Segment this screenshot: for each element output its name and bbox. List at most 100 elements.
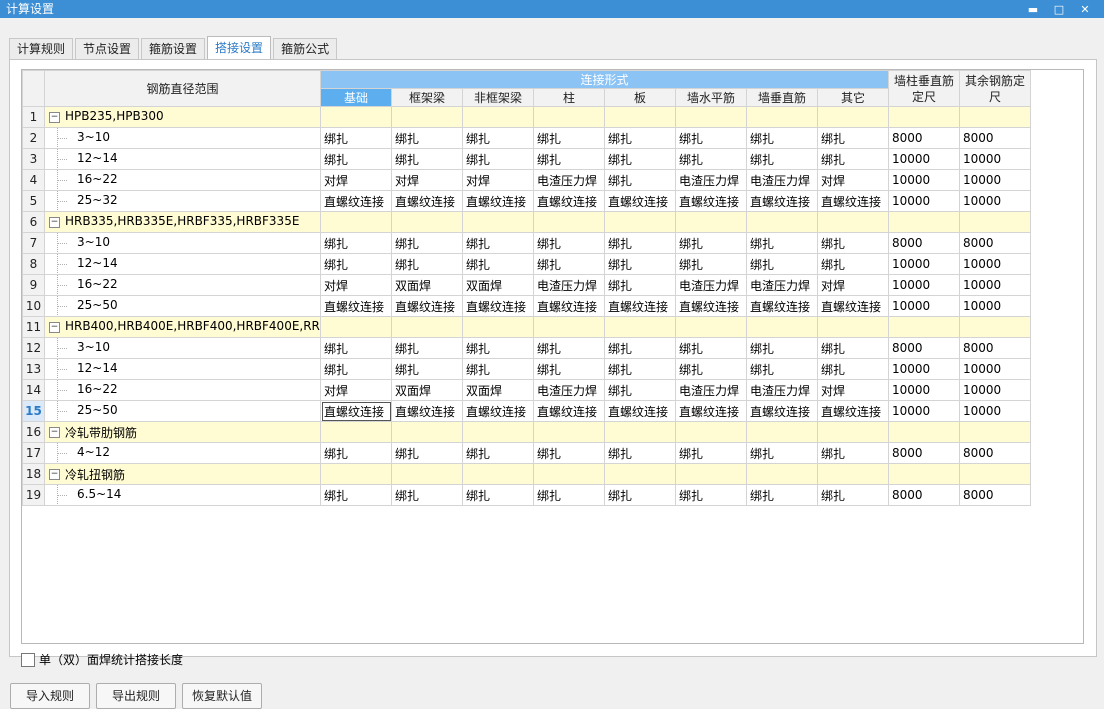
length-cell[interactable]: 8000 xyxy=(888,232,960,254)
length-cell[interactable]: 8000 xyxy=(888,127,960,149)
weld-lap-option[interactable]: 单（双）面焊统计搭接长度 xyxy=(21,651,183,668)
connection-cell[interactable]: 对焊 xyxy=(320,274,392,296)
length-cell[interactable]: 10000 xyxy=(888,253,960,275)
connection-cell[interactable]: 绑扎 xyxy=(462,337,534,359)
connection-cell[interactable]: 绑扎 xyxy=(391,337,463,359)
connection-cell[interactable]: 绑扎 xyxy=(320,127,392,149)
connection-cell[interactable] xyxy=(320,106,392,128)
connection-cell[interactable]: 绑扎 xyxy=(391,442,463,464)
connection-cell[interactable]: 绑扎 xyxy=(320,337,392,359)
connection-cell[interactable]: 绑扎 xyxy=(533,127,605,149)
connection-cell[interactable]: 绑扎 xyxy=(320,442,392,464)
connection-cell[interactable] xyxy=(391,463,463,485)
import-rules-button[interactable]: 导入规则 xyxy=(10,683,90,709)
header-wall-horizontal[interactable]: 墙水平筋 xyxy=(675,88,747,107)
connection-cell[interactable]: 电渣压力焊 xyxy=(746,169,818,191)
connection-cell[interactable]: 直螺纹连接 xyxy=(533,295,605,317)
connection-cell[interactable]: 直螺纹连接 xyxy=(391,295,463,317)
row-number[interactable]: 9 xyxy=(22,274,45,296)
length-cell[interactable]: 8000 xyxy=(959,484,1031,506)
row-number[interactable]: 11 xyxy=(22,316,45,338)
row-number[interactable]: 18 xyxy=(22,463,45,485)
connection-cell[interactable]: 绑扎 xyxy=(533,484,605,506)
maximize-icon[interactable]: □ xyxy=(1046,0,1072,18)
connection-cell[interactable] xyxy=(604,211,676,233)
connection-cell[interactable]: 电渣压力焊 xyxy=(533,169,605,191)
row-number[interactable]: 3 xyxy=(22,148,45,170)
length-cell[interactable]: 10000 xyxy=(959,358,1031,380)
group-label-cell[interactable]: − 冷轧扭钢筋 xyxy=(44,463,321,485)
connection-header[interactable]: 连接形式 xyxy=(320,70,889,89)
connection-cell[interactable]: 对焊 xyxy=(320,379,392,401)
connection-cell[interactable] xyxy=(533,106,605,128)
wall-column-length-header[interactable]: 墙柱垂直筋定尺 xyxy=(888,70,960,107)
connection-cell[interactable]: 绑扎 xyxy=(604,484,676,506)
connection-cell[interactable]: 绑扎 xyxy=(746,484,818,506)
length-cell[interactable]: 10000 xyxy=(959,148,1031,170)
range-cell[interactable]: 12~14 xyxy=(44,253,321,275)
header-frame-beam[interactable]: 框架梁 xyxy=(391,88,463,107)
connection-cell[interactable]: 对焊 xyxy=(462,169,534,191)
connection-cell[interactable] xyxy=(391,316,463,338)
connection-cell[interactable]: 绑扎 xyxy=(817,358,889,380)
row-number[interactable]: 13 xyxy=(22,358,45,380)
connection-cell[interactable] xyxy=(746,421,818,443)
connection-cell[interactable]: 电渣压力焊 xyxy=(533,274,605,296)
range-cell[interactable]: 16~22 xyxy=(44,379,321,401)
length-cell[interactable]: 10000 xyxy=(888,169,960,191)
length-cell[interactable]: 10000 xyxy=(959,169,1031,191)
weld-lap-checkbox[interactable] xyxy=(21,652,35,667)
minimize-icon[interactable]: ▬ xyxy=(1020,0,1046,18)
length-cell[interactable]: 8000 xyxy=(959,232,1031,254)
connection-cell[interactable]: 直螺纹连接 xyxy=(746,295,818,317)
connection-cell[interactable] xyxy=(462,106,534,128)
length-cell[interactable] xyxy=(959,106,1031,128)
connection-cell[interactable]: 直螺纹连接 xyxy=(817,400,889,422)
connection-cell[interactable] xyxy=(675,106,747,128)
connection-cell[interactable]: 双面焊 xyxy=(391,274,463,296)
row-number[interactable]: 4 xyxy=(22,169,45,191)
connection-cell[interactable] xyxy=(675,463,747,485)
header-non-frame-beam[interactable]: 非框架梁 xyxy=(462,88,534,107)
length-cell[interactable]: 8000 xyxy=(959,127,1031,149)
length-cell[interactable] xyxy=(888,421,960,443)
connection-cell[interactable]: 绑扎 xyxy=(817,484,889,506)
collapse-icon[interactable]: − xyxy=(49,112,60,123)
connection-cell[interactable]: 对焊 xyxy=(320,169,392,191)
connection-cell[interactable] xyxy=(675,211,747,233)
length-cell[interactable]: 10000 xyxy=(959,274,1031,296)
connection-cell[interactable] xyxy=(604,463,676,485)
range-cell[interactable]: 4~12 xyxy=(44,442,321,464)
tab-node-settings[interactable]: 节点设置 xyxy=(75,38,140,59)
tab-calc-rules[interactable]: 计算规则 xyxy=(9,38,74,59)
connection-cell[interactable] xyxy=(604,421,676,443)
connection-cell[interactable]: 直螺纹连接 xyxy=(462,295,534,317)
connection-cell[interactable]: 绑扎 xyxy=(320,148,392,170)
export-rules-button[interactable]: 导出规则 xyxy=(96,683,176,709)
connection-cell[interactable] xyxy=(391,211,463,233)
connection-cell[interactable]: 绑扎 xyxy=(533,337,605,359)
connection-cell[interactable] xyxy=(391,106,463,128)
connection-cell[interactable]: 绑扎 xyxy=(462,127,534,149)
tab-stirrup-formula[interactable]: 箍筋公式 xyxy=(273,38,338,59)
length-cell[interactable] xyxy=(959,211,1031,233)
connection-cell[interactable]: 绑扎 xyxy=(533,358,605,380)
connection-cell[interactable] xyxy=(320,421,392,443)
row-number[interactable]: 10 xyxy=(22,295,45,317)
tab-stirrup-settings[interactable]: 箍筋设置 xyxy=(141,38,206,59)
collapse-icon[interactable]: − xyxy=(49,217,60,228)
connection-cell[interactable] xyxy=(320,211,392,233)
row-number[interactable]: 17 xyxy=(22,442,45,464)
length-cell[interactable]: 8000 xyxy=(888,337,960,359)
header-other[interactable]: 其它 xyxy=(817,88,889,107)
connection-cell[interactable]: 绑扎 xyxy=(675,232,747,254)
length-cell[interactable] xyxy=(888,106,960,128)
header-foundation[interactable]: 基础 xyxy=(320,88,392,107)
connection-cell[interactable]: 对焊 xyxy=(817,379,889,401)
connection-cell[interactable]: 绑扎 xyxy=(462,484,534,506)
group-label-cell[interactable]: − HPB235,HPB300 xyxy=(44,106,321,128)
row-number[interactable]: 19 xyxy=(22,484,45,506)
connection-cell[interactable]: 绑扎 xyxy=(817,232,889,254)
length-cell[interactable]: 10000 xyxy=(959,253,1031,275)
connection-cell[interactable] xyxy=(533,316,605,338)
